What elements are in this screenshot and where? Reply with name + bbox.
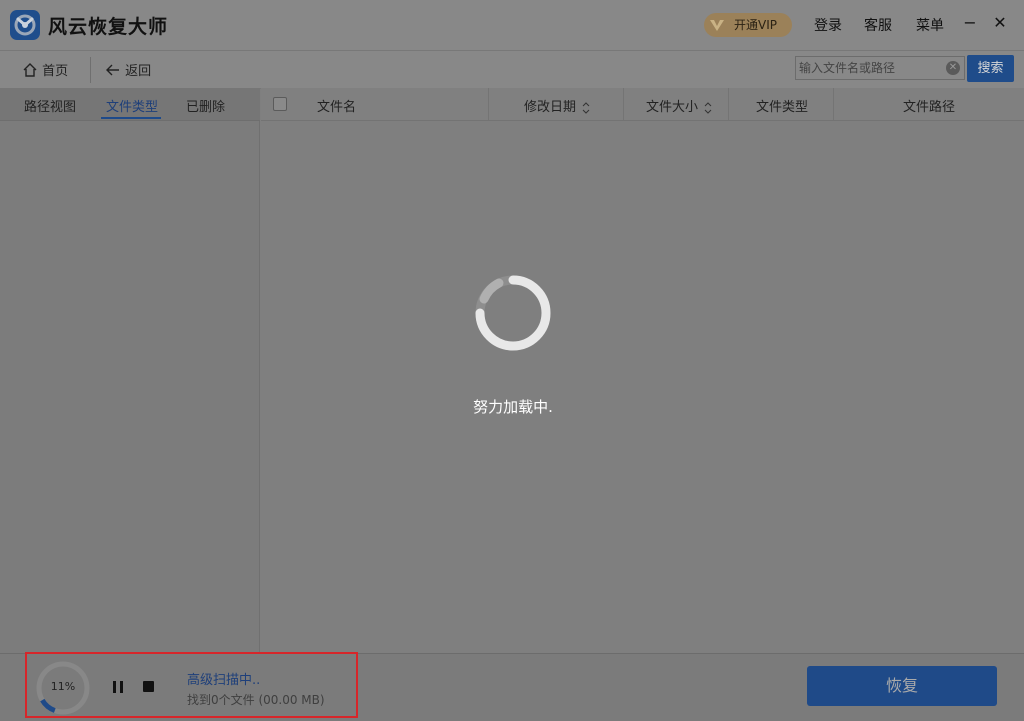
- customer-service-button[interactable]: 客服: [864, 15, 892, 35]
- search-button[interactable]: 搜索: [967, 55, 1014, 82]
- column-header-name[interactable]: 文件名: [317, 96, 356, 115]
- back-button[interactable]: 返回: [105, 60, 151, 79]
- column-divider: [488, 88, 489, 120]
- home-button[interactable]: 首页: [22, 60, 68, 79]
- toolbar-divider: [90, 57, 91, 83]
- app-logo-icon: [10, 10, 40, 40]
- search-box: ✕: [795, 56, 965, 80]
- tab-file-type[interactable]: 文件类型: [106, 96, 158, 115]
- select-all-checkbox[interactable]: [273, 97, 287, 111]
- search-input[interactable]: [796, 57, 939, 79]
- column-divider: [728, 88, 729, 120]
- column-header-path[interactable]: 文件路径: [903, 96, 955, 115]
- recover-button[interactable]: 恢复: [807, 666, 997, 706]
- clear-search-icon[interactable]: ✕: [946, 61, 960, 75]
- close-icon[interactable]: ✕: [990, 13, 1010, 32]
- app-title: 风云恢复大师: [48, 16, 169, 38]
- column-header-size[interactable]: 文件大小: [646, 96, 712, 115]
- home-icon: [23, 63, 37, 77]
- column-header-modified[interactable]: 修改日期: [524, 96, 590, 115]
- back-arrow-icon: [106, 64, 119, 76]
- tab-deleted[interactable]: 已删除: [186, 96, 225, 115]
- open-vip-button[interactable]: 开通VIP: [704, 13, 792, 37]
- loading-text: 努力加载中.: [473, 398, 553, 416]
- tab-path-view[interactable]: 路径视图: [24, 96, 76, 115]
- column-header-modified-label: 修改日期: [524, 100, 577, 115]
- vip-label: 开通VIP: [734, 18, 777, 32]
- sort-icon: [582, 101, 590, 114]
- menu-button[interactable]: 菜单: [916, 15, 944, 35]
- column-divider: [833, 88, 834, 120]
- sort-icon: [704, 101, 712, 114]
- active-tab-indicator: [101, 117, 161, 119]
- loading-spinner-icon: [475, 275, 551, 351]
- file-list-area: [261, 121, 1024, 653]
- column-header-size-label: 文件大小: [646, 100, 699, 115]
- vip-crown-icon: [710, 20, 724, 31]
- column-header-type[interactable]: 文件类型: [756, 96, 808, 115]
- login-button[interactable]: 登录: [814, 15, 842, 35]
- back-label: 返回: [125, 64, 152, 79]
- minimize-icon[interactable]: −: [960, 13, 980, 32]
- highlight-annotation: [25, 652, 358, 718]
- left-tree-panel: [0, 121, 260, 653]
- column-divider: [623, 88, 624, 120]
- home-label: 首页: [42, 64, 69, 79]
